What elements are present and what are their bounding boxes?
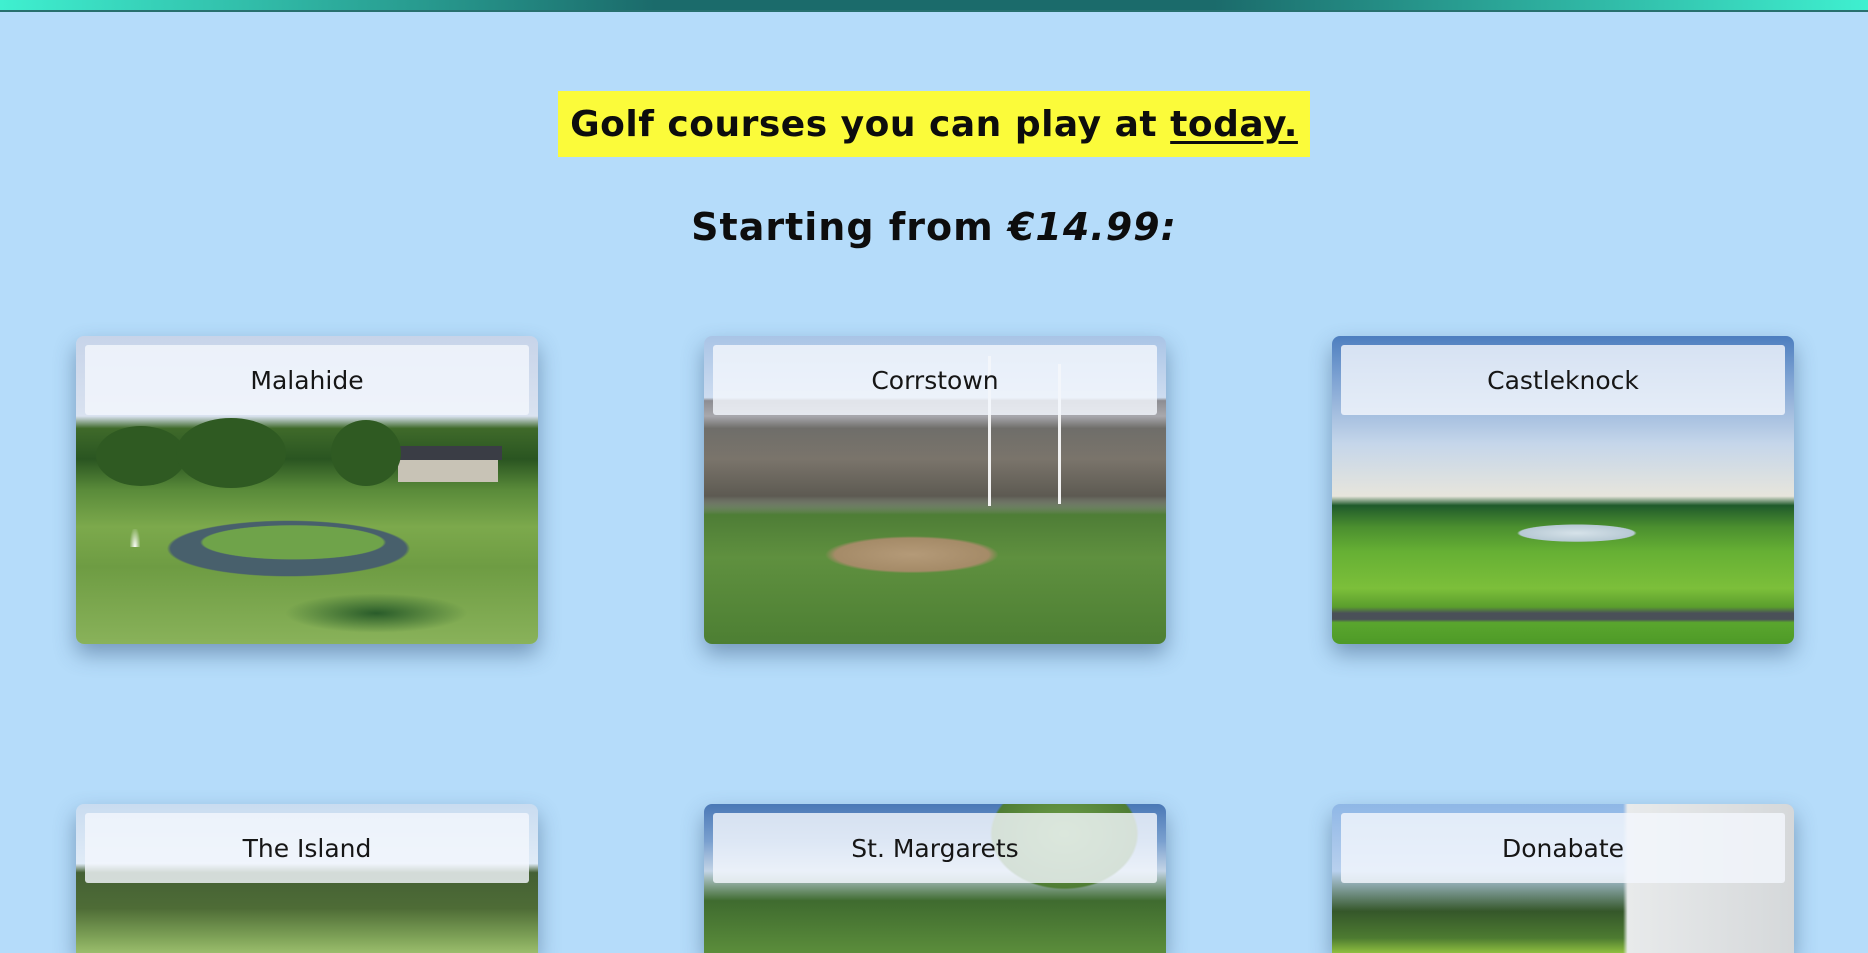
top-accent-bar xyxy=(0,0,1868,12)
headline-container: Golf courses you can play at today. xyxy=(0,91,1868,157)
starting-price: €14.99: xyxy=(1007,205,1177,249)
course-card-malahide[interactable]: Malahide xyxy=(76,336,538,644)
page-headline: Golf courses you can play at today. xyxy=(558,91,1310,157)
course-card-donabate[interactable]: Donabate xyxy=(1332,804,1794,953)
course-name: Donabate xyxy=(1341,813,1785,883)
course-name: Castleknock xyxy=(1341,345,1785,415)
course-name: Corrstown xyxy=(713,345,1157,415)
clubhouse-roof xyxy=(394,446,502,460)
tree-cluster xyxy=(331,420,401,486)
headline-today: today. xyxy=(1170,104,1298,145)
course-card-castleknock[interactable]: Castleknock xyxy=(1332,336,1794,644)
price-subheading: Starting from €14.99: xyxy=(0,205,1868,249)
tree-cluster xyxy=(96,426,186,486)
fountain xyxy=(130,529,140,547)
headline-text: Golf courses you can play at xyxy=(570,104,1158,145)
tree-cluster xyxy=(176,418,286,488)
course-name: Malahide xyxy=(85,345,529,415)
course-card-st-margarets[interactable]: St. Margarets xyxy=(704,804,1166,953)
course-name: St. Margarets xyxy=(713,813,1157,883)
course-card-corrstown[interactable]: Corrstown xyxy=(704,336,1166,644)
clubhouse-building xyxy=(398,460,498,482)
subhead-text: Starting from xyxy=(691,205,994,249)
course-card-the-island[interactable]: The Island xyxy=(76,804,538,953)
course-name: The Island xyxy=(85,813,529,883)
